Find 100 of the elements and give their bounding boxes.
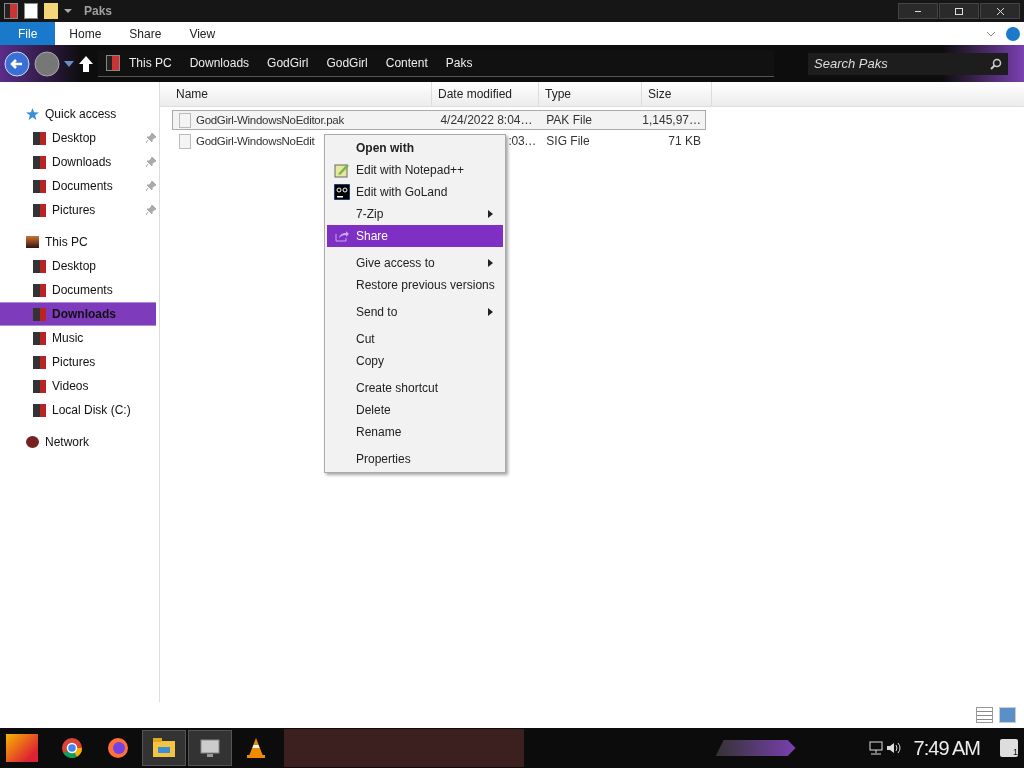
sidebar-label: Music [52, 331, 85, 345]
sidebar-item[interactable]: Network [0, 430, 159, 454]
sidebar-item[interactable]: This PC [0, 230, 159, 254]
menu-item[interactable]: Create shortcut [327, 377, 503, 399]
close-icon [996, 7, 1004, 15]
up-arrow-icon[interactable] [78, 54, 94, 73]
file-name[interactable]: GodGirl-WindowsNoEdit [196, 135, 315, 147]
column-header[interactable]: Name [160, 82, 432, 106]
sidebar-item[interactable]: Quick access [0, 102, 159, 126]
thumbnail-view-button[interactable] [999, 707, 1016, 723]
app-icon[interactable] [4, 3, 18, 19]
breadcrumb-item[interactable]: GodGirl [317, 56, 377, 70]
breadcrumb-item[interactable]: Paks [436, 56, 482, 70]
clock[interactable]: 7:49 AM [913, 736, 980, 760]
network-icon[interactable] [867, 741, 884, 755]
date-cell: 4/24/2022 8:04… [440, 113, 533, 127]
chevron-icon[interactable] [986, 30, 996, 37]
notifications-button[interactable]: 1 [1000, 739, 1018, 757]
menu-item[interactable]: Edit with GoLand [327, 181, 503, 203]
menu-item[interactable]: Restore previous versions [327, 274, 503, 296]
start-button[interactable] [6, 734, 38, 762]
sidebar-label: Downloads [52, 307, 117, 321]
sidebar-label: Documents [52, 283, 114, 297]
forward-icon[interactable] [34, 50, 60, 77]
file-explorer-icon[interactable] [142, 730, 186, 766]
ribbon-tab[interactable]: File [0, 22, 56, 45]
menu-item[interactable]: Share [327, 225, 503, 247]
ribbon-tab[interactable]: View [175, 22, 230, 45]
sidebar-label: Videos [52, 379, 90, 393]
sidebar-item[interactable]: Local Disk (C:) [0, 398, 156, 422]
details-view-button[interactable] [976, 707, 993, 723]
column-header[interactable]: Type [539, 82, 642, 106]
sidebar-label: Local Disk (C:) [52, 403, 132, 417]
submenu-arrow-icon [488, 259, 493, 267]
sidebar-item[interactable]: Music [0, 326, 156, 350]
file-icon [179, 133, 191, 149]
breadcrumb-item[interactable]: Downloads [180, 56, 259, 70]
breadcrumb-item[interactable]: Content [376, 56, 437, 70]
folder-icon [33, 331, 46, 345]
volume-icon[interactable] [885, 741, 902, 755]
sidebar-label: Downloads [52, 155, 113, 169]
sidebar-item[interactable]: Documents [0, 174, 156, 198]
close-button[interactable] [980, 3, 1020, 19]
goland-icon [333, 184, 350, 200]
ribbon-tab[interactable]: Home [55, 22, 116, 45]
file-row[interactable]: GodGirl-WindowsNoEditor.pak 4/24/2022 8:04… PAK File 1,145,97… [172, 110, 706, 130]
menu-item[interactable]: Edit with Notepad++ [327, 159, 503, 181]
breadcrumb-item[interactable]: GodGirl [258, 56, 318, 70]
sidebar-item[interactable]: Videos [0, 374, 156, 398]
folder-icon [33, 403, 46, 417]
menu-item[interactable]: Copy [327, 350, 503, 372]
search-icon[interactable] [990, 57, 1002, 70]
monitor-icon[interactable] [188, 730, 232, 766]
menu-item[interactable]: Open with [327, 137, 503, 159]
globe-icon [26, 436, 39, 448]
sidebar-item[interactable]: Documents [0, 278, 156, 302]
menu-item[interactable]: Give access to [327, 252, 503, 274]
submenu-arrow-icon [488, 308, 493, 316]
menu-item[interactable]: 7-Zip [327, 203, 503, 225]
help-icon[interactable] [1006, 26, 1020, 41]
maximize-button[interactable] [939, 3, 979, 19]
sidebar-item[interactable]: Downloads [0, 150, 156, 174]
folder-icon [33, 131, 46, 145]
share-icon [334, 230, 349, 242]
menu-item[interactable]: Delete [327, 399, 503, 421]
properties-icon[interactable] [24, 3, 38, 19]
sidebar-label: Desktop [52, 259, 98, 273]
submenu-arrow-icon [488, 210, 493, 218]
type-cell: SIG File [546, 134, 590, 148]
window-title: Paks [84, 4, 113, 18]
sidebar-item[interactable]: Pictures [0, 198, 156, 222]
menu-item[interactable]: Send to [327, 301, 503, 323]
address-bar[interactable]: This PC Downloads GodGirl GodGirl Content Paks [98, 50, 774, 77]
notepad-icon [333, 162, 350, 178]
sidebar-label: This PC [45, 235, 88, 249]
ribbon-tab[interactable]: Share [115, 22, 176, 45]
sidebar-item[interactable]: Pictures [0, 350, 156, 374]
back-icon[interactable] [4, 50, 30, 77]
sidebar-label: Documents [52, 179, 114, 193]
sidebar-item[interactable]: Desktop [0, 254, 156, 278]
folder-icon [33, 283, 46, 297]
folder-icon [33, 203, 46, 217]
column-header[interactable]: Size [642, 82, 712, 106]
sidebar-label: Pictures [52, 203, 97, 217]
column-header[interactable]: Date modified [432, 82, 539, 106]
folder-icon [106, 55, 120, 71]
caret-icon[interactable] [64, 60, 74, 67]
sidebar-label: Network [45, 435, 89, 449]
folder-icon [33, 155, 46, 169]
folder-icon [33, 379, 46, 393]
date-cell: :03… [508, 134, 536, 148]
menu-item[interactable]: Properties [327, 448, 503, 470]
breadcrumb-item[interactable]: This PC [120, 56, 181, 70]
size-cell: 1,145,97… [642, 113, 701, 127]
search-field[interactable]: Search Paks [808, 52, 1008, 75]
sidebar-item[interactable]: Desktop [0, 126, 156, 150]
menu-item[interactable]: Cut [327, 328, 503, 350]
folder-icon [33, 179, 46, 193]
sidebar-label: Pictures [52, 355, 97, 369]
menu-item[interactable]: Rename [327, 421, 503, 443]
